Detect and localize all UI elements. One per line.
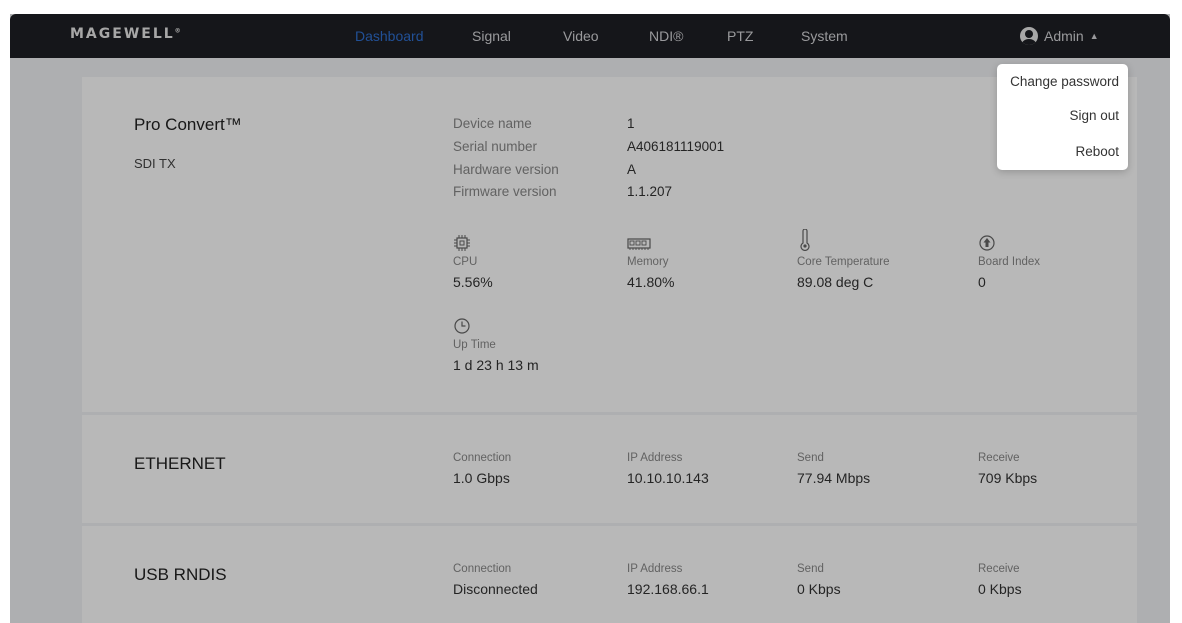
serial-number-label: Serial number [453, 139, 538, 154]
usb-ip-label: IP Address [627, 563, 683, 575]
nav-video[interactable]: Video [563, 28, 599, 44]
magewell-logo[interactable]: MAGEWELL® [70, 26, 181, 42]
usb-ip-value: 192.168.66.1 [627, 581, 709, 597]
logo-text: MAGEWELL [70, 26, 175, 42]
product-name: Pro Convert™ [134, 115, 242, 134]
ethernet-title: ETHERNET [134, 454, 226, 473]
reboot-menu-item[interactable]: Reboot [1075, 144, 1119, 159]
app-window: MAGEWELL® Dashboard Signal Video NDI® PT… [10, 14, 1170, 623]
firmware-version-value: 1.1.207 [627, 184, 673, 199]
ethernet-ip-value: 10.10.10.143 [627, 470, 709, 486]
usb-rndis-title: USB RNDIS [134, 565, 227, 584]
user-dropdown-menu: Change password Sign out Reboot [997, 64, 1128, 170]
memory-label: Memory [627, 256, 669, 268]
nav-ndi[interactable]: NDI® [649, 28, 683, 44]
ethernet-connection-value: 1.0 Gbps [453, 470, 510, 486]
usb-connection-value: Disconnected [453, 581, 538, 597]
top-navigation-bar: MAGEWELL® Dashboard Signal Video NDI® PT… [10, 14, 1170, 58]
firmware-version-label: Firmware version [453, 184, 557, 199]
cpu-value: 5.56% [453, 274, 493, 290]
device-name-value: 1 [627, 116, 635, 131]
cpu-icon [454, 235, 470, 251]
device-name-label: Device name [453, 116, 532, 131]
ethernet-send-value: 77.94 Mbps [797, 470, 871, 486]
usb-rndis-card: USB RNDIS Connection Disconnected IP Add… [82, 526, 1137, 623]
uptime-label: Up Time [453, 339, 496, 351]
ethernet-receive-value: 709 Kbps [978, 470, 1038, 486]
memory-value: 41.80% [627, 274, 675, 290]
clock-icon [454, 318, 470, 334]
sign-out-menu-item[interactable]: Sign out [1069, 108, 1119, 123]
user-menu-toggle[interactable]: Admin ▲ [1020, 26, 1099, 46]
thermometer-icon [800, 229, 810, 251]
cpu-label: CPU [453, 256, 478, 268]
core-temperature-value: 89.08 deg C [797, 274, 874, 290]
core-temperature-label: Core Temperature [797, 256, 890, 268]
usb-receive-label: Receive [978, 563, 1020, 575]
user-name: Admin [1044, 28, 1084, 44]
memory-icon [627, 238, 651, 250]
nav-system[interactable]: System [801, 28, 848, 44]
ethernet-connection-label: Connection [453, 452, 512, 464]
nav-dashboard[interactable]: Dashboard [355, 28, 424, 44]
caret-up-icon: ▲ [1089, 31, 1099, 41]
ethernet-receive-label: Receive [978, 452, 1020, 464]
usb-connection-label: Connection [453, 563, 512, 575]
board-index-label: Board Index [978, 256, 1041, 268]
usb-receive-value: 0 Kbps [978, 581, 1022, 597]
usb-send-label: Send [797, 563, 824, 575]
ethernet-send-label: Send [797, 452, 824, 464]
hardware-version-value: A [627, 162, 637, 177]
usb-send-value: 0 Kbps [797, 581, 841, 597]
board-index-icon [979, 235, 995, 251]
ethernet-card: ETHERNET Connection 1.0 Gbps IP Address … [82, 415, 1137, 523]
nav-ptz[interactable]: PTZ [727, 28, 753, 44]
uptime-value: 1 d 23 h 13 m [453, 357, 539, 373]
serial-number-value: A406181119001 [627, 139, 725, 154]
hardware-version-label: Hardware version [453, 162, 559, 177]
user-avatar-icon [1020, 27, 1038, 45]
device-card: Pro Convert™ SDI TX Device name 1 Serial… [82, 77, 1137, 412]
change-password-menu-item[interactable]: Change password [1010, 74, 1119, 89]
product-model: SDI TX [134, 156, 176, 171]
nav-signal[interactable]: Signal [472, 28, 511, 44]
ethernet-ip-label: IP Address [627, 452, 683, 464]
board-index-value: 0 [978, 274, 986, 290]
